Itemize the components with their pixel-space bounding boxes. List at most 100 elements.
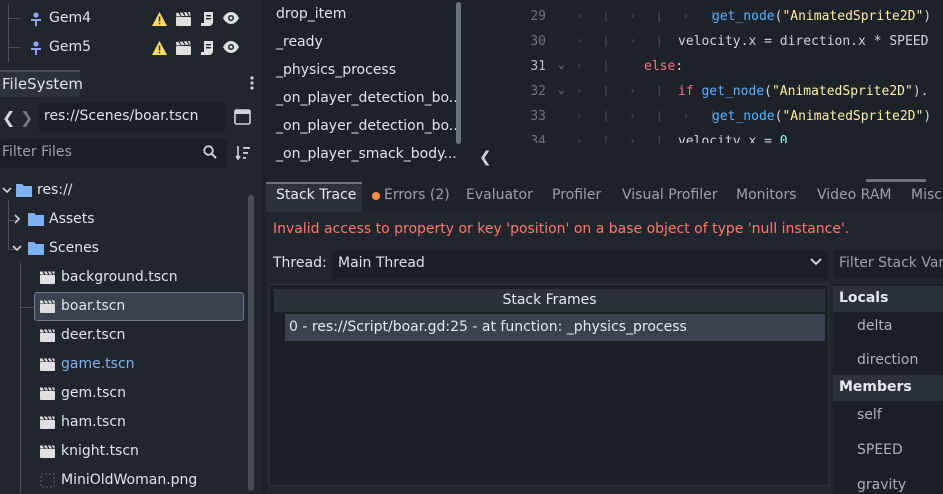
method-item[interactable]: _on_player_detection_bo... xyxy=(276,118,462,134)
scene-file-icon xyxy=(40,329,55,342)
warning-icon[interactable] xyxy=(152,12,167,26)
variable-item[interactable]: gravity xyxy=(857,477,906,493)
scene-node-row[interactable]: Gem4 xyxy=(0,4,262,33)
line-number[interactable]: 29 xyxy=(520,9,546,24)
fs-file-row[interactable]: game.tscn xyxy=(0,350,246,379)
filter-files-input[interactable]: Filter Files xyxy=(0,139,227,168)
fs-item-label: res:// xyxy=(37,182,73,198)
code-token: if xyxy=(678,84,702,99)
fs-file-row[interactable]: background.tscn xyxy=(0,263,246,292)
split-layout-icon[interactable] xyxy=(234,109,251,125)
tab-profiler[interactable]: Profiler xyxy=(552,187,601,203)
tab-visual-profiler[interactable]: Visual Profiler xyxy=(622,187,718,203)
scene-file-icon xyxy=(40,445,55,458)
fs-file-row[interactable]: deer.tscn xyxy=(0,321,246,350)
filter-stack-variables-input[interactable]: Filter Stack Varia xyxy=(833,250,943,279)
open-scene-icon[interactable] xyxy=(176,41,191,55)
tab-bar-scrollbar[interactable] xyxy=(866,179,926,182)
fs-file-row[interactable]: gem.tscn xyxy=(0,379,246,408)
stack-frame-row[interactable]: 0 - res://Script/boar.gd:25 - at functio… xyxy=(285,314,825,341)
method-item[interactable]: _on_player_smack_body... xyxy=(276,146,457,162)
node2d-icon xyxy=(28,40,44,56)
thread-label: Thread: xyxy=(273,255,327,271)
line-number[interactable]: 32 xyxy=(520,84,546,99)
back-chevron-icon[interactable]: ❮ xyxy=(2,108,15,127)
chevron-right-icon[interactable] xyxy=(12,214,22,224)
line-number[interactable]: 30 xyxy=(520,34,546,49)
path-input[interactable]: res://Scenes/boar.tscn xyxy=(38,103,226,132)
fs-item-label: deer.tscn xyxy=(61,327,126,343)
error-message: Invalid access to property or key 'posit… xyxy=(273,221,850,237)
line-number[interactable]: 34 xyxy=(520,134,546,143)
thread-select[interactable]: Main Thread xyxy=(332,250,828,279)
fs-file-row[interactable]: ham.tscn xyxy=(0,408,246,437)
forward-chevron-icon[interactable]: ❯ xyxy=(20,108,33,127)
line-number[interactable]: 31 xyxy=(520,59,546,74)
visibility-eye-icon[interactable] xyxy=(223,41,239,53)
variable-item[interactable]: self xyxy=(857,407,882,423)
script-icon[interactable] xyxy=(200,12,214,26)
method-item[interactable]: drop_item xyxy=(276,6,346,22)
filesystem-scrollbar[interactable] xyxy=(248,195,254,491)
fs-item-label: boar.tscn xyxy=(61,298,126,314)
line-number[interactable]: 33 xyxy=(520,109,546,124)
code-text: else: xyxy=(644,59,683,74)
image-file-icon xyxy=(40,473,55,488)
filesystem-tab[interactable]: FileSystem xyxy=(0,70,84,97)
code-line[interactable]: 33 ›|›|›| get_node("AnimatedSprite2D") xyxy=(472,104,943,129)
fs-item-label: gem.tscn xyxy=(61,385,126,401)
fold-arrow-icon[interactable]: ⌄ xyxy=(558,83,565,96)
members-section-header[interactable]: Members xyxy=(833,375,943,401)
script-icon[interactable] xyxy=(200,41,214,55)
code-editor[interactable]: 29 ›|›|›| get_node("AnimatedSprite2D") 30 ›|… xyxy=(472,0,943,143)
code-line[interactable]: 32 ⌄ ›|›| if get_node("AnimatedSprite2D"). xyxy=(472,79,943,104)
tab-misc[interactable]: Misc xyxy=(911,187,942,203)
stack-frames-title: Stack Frames xyxy=(502,292,597,308)
folder-icon xyxy=(28,212,44,226)
code-line[interactable]: 31 ⌄ ›| else: xyxy=(472,54,943,79)
variable-item[interactable]: direction xyxy=(857,352,918,368)
fs-file-row[interactable]: knight.tscn xyxy=(0,437,246,466)
code-line[interactable]: 30 ›|›| velocity.x = direction.x * SPEED xyxy=(472,29,943,54)
tab-errors[interactable]: Errors (2) xyxy=(384,187,450,203)
fs-file-row-selected[interactable]: boar.tscn xyxy=(0,292,246,321)
method-item[interactable]: _physics_process xyxy=(276,62,396,78)
code-line[interactable]: 34 ›|›| velocity.x = 0 xyxy=(472,129,943,143)
scene-node-row[interactable]: Gem5 xyxy=(0,33,262,62)
tab-evaluator[interactable]: Evaluator xyxy=(466,187,533,203)
code-token: velocity.x = xyxy=(678,134,780,143)
scene-file-icon xyxy=(40,300,55,313)
locals-section-header[interactable]: Locals xyxy=(833,286,943,312)
fs-file-row[interactable]: MiniOldWoman.png xyxy=(0,466,246,494)
filesystem-tree: res:// Assets Scenes background.tscn boa… xyxy=(0,176,246,494)
scene-node-label: Gem5 xyxy=(49,39,92,55)
variable-item[interactable]: delta xyxy=(857,318,892,334)
fold-arrow-icon[interactable]: ⌄ xyxy=(558,58,565,71)
fs-root-row[interactable]: res:// xyxy=(0,176,246,205)
folder-icon xyxy=(16,183,32,197)
collapse-chevron-icon[interactable]: ❮ xyxy=(479,148,492,166)
tree-guide xyxy=(8,18,20,19)
open-scene-icon[interactable] xyxy=(176,12,191,26)
fs-folder-row[interactable]: Scenes xyxy=(0,234,246,263)
chevron-down-icon[interactable] xyxy=(2,185,12,195)
chevron-down-icon[interactable] xyxy=(12,243,22,253)
filesystem-tab-label: FileSystem xyxy=(2,75,84,93)
tab-video-ram[interactable]: Video RAM xyxy=(817,187,892,203)
variable-item[interactable]: SPEED xyxy=(857,442,903,458)
chevron-down-icon[interactable] xyxy=(810,258,822,266)
code-token: get_node xyxy=(712,9,775,24)
path-text: res://Scenes/boar.tscn xyxy=(44,108,199,124)
method-item[interactable]: _on_player_detection_bo... xyxy=(276,90,462,106)
warning-icon[interactable] xyxy=(152,41,167,55)
code-line[interactable]: 29 ›|›|›| get_node("AnimatedSprite2D") xyxy=(472,4,943,29)
method-item[interactable]: _ready xyxy=(276,34,323,50)
tab-monitors[interactable]: Monitors xyxy=(736,187,797,203)
dock-menu-kebab-icon[interactable] xyxy=(250,76,254,90)
code-token: "AnimatedSprite2D" xyxy=(782,9,924,24)
visibility-eye-icon[interactable] xyxy=(223,12,239,24)
fs-folder-row[interactable]: Assets xyxy=(0,205,246,234)
tab-stack-trace[interactable]: Stack Trace xyxy=(276,187,356,203)
sort-icon[interactable] xyxy=(235,145,251,161)
methods-scrollbar[interactable] xyxy=(456,2,461,144)
